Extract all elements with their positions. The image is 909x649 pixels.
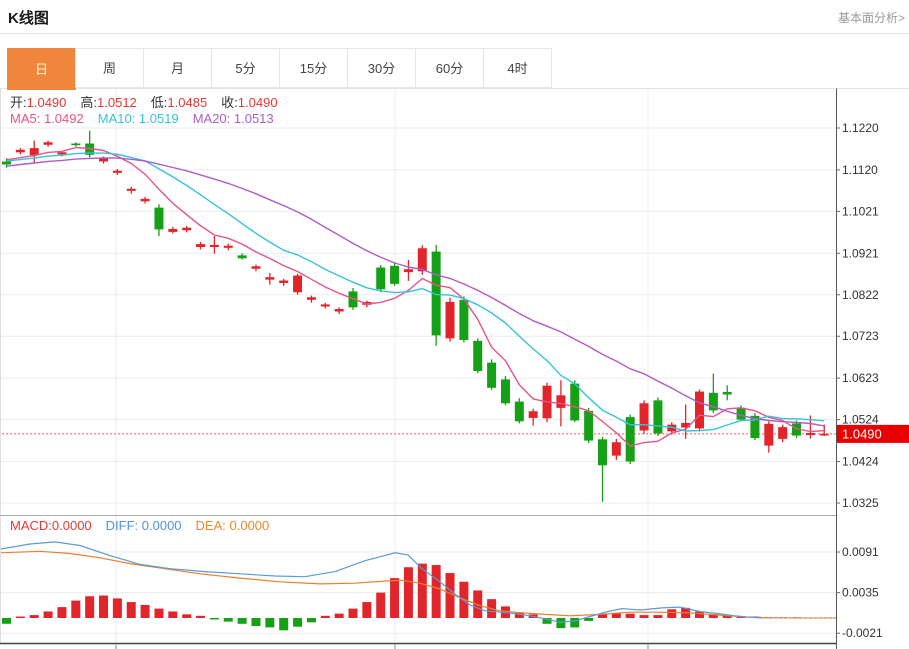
macd-label: MACD: xyxy=(10,518,52,533)
candle xyxy=(653,397,662,436)
macd-axis-label: 0.0091 xyxy=(842,545,879,559)
ma20-value: 1.0513 xyxy=(234,111,274,126)
price-axis-label: 1.0424 xyxy=(842,455,879,469)
candle xyxy=(265,273,274,285)
candle xyxy=(16,148,25,154)
interval-tab-bar: 日周月5分15分30分60分4时 xyxy=(8,48,552,90)
dea-value: 0.0000 xyxy=(230,518,270,533)
macd-axis-label: -0.0021 xyxy=(842,626,883,640)
candle xyxy=(501,376,510,405)
candle xyxy=(127,187,136,194)
ohlc-readout: 开:1.0490高:1.0512低:1.0485收:1.0490 xyxy=(10,92,278,111)
macd-value: 0.0000 xyxy=(52,518,92,533)
candle xyxy=(598,437,607,502)
candle xyxy=(335,307,344,314)
high-value: 1.0512 xyxy=(97,95,137,110)
price-axis-label: 1.0921 xyxy=(842,246,879,260)
candle xyxy=(612,439,621,460)
candle xyxy=(723,385,732,400)
candle xyxy=(376,265,385,292)
candle xyxy=(154,204,163,236)
candle xyxy=(30,141,39,163)
candle xyxy=(44,141,53,147)
macd-axis: 0.0091 0.0035 -0.0021 xyxy=(836,545,883,640)
candle xyxy=(182,226,191,232)
ma10-label: MA10: xyxy=(98,111,139,126)
candle xyxy=(71,142,80,146)
price-axis-label: 1.1120 xyxy=(842,163,878,177)
tab-60分[interactable]: 60分 xyxy=(415,48,484,88)
tab-15分[interactable]: 15分 xyxy=(279,48,348,88)
candle xyxy=(473,338,482,373)
candle xyxy=(529,409,538,426)
diff-label: DIFF: xyxy=(106,518,142,533)
candle xyxy=(293,274,302,295)
candle xyxy=(446,298,455,342)
tab-月[interactable]: 月 xyxy=(143,48,212,88)
tab-30分[interactable]: 30分 xyxy=(347,48,416,88)
macd-histogram xyxy=(2,564,801,631)
candle xyxy=(404,260,413,281)
price-axis-label: 1.0325 xyxy=(842,496,879,510)
tab-日[interactable]: 日 xyxy=(7,48,76,90)
candle xyxy=(321,303,330,309)
ma20-line xyxy=(7,158,825,426)
candle xyxy=(390,262,399,286)
candles xyxy=(2,131,829,502)
candle xyxy=(626,415,635,464)
candle xyxy=(279,279,288,286)
macd-axis-label: 0.0035 xyxy=(842,586,879,600)
close-value: 1.0490 xyxy=(238,95,278,110)
candle xyxy=(141,197,150,204)
current-price-badge: 1.0490 xyxy=(837,425,909,443)
ma5-value: 1.0492 xyxy=(44,111,84,126)
candle xyxy=(224,244,233,251)
candle xyxy=(750,413,759,440)
candle xyxy=(168,227,177,234)
open-label: 开: xyxy=(10,95,27,110)
candle xyxy=(764,421,773,452)
ma-readout: MA5: 1.0492 MA10: 1.0519 MA20: 1.0513 xyxy=(10,111,274,126)
candle xyxy=(307,296,316,303)
open-value: 1.0490 xyxy=(27,95,67,110)
candle xyxy=(640,400,649,434)
ma5-label: MA5: xyxy=(10,111,44,126)
candle xyxy=(778,425,787,443)
tab-5分[interactable]: 5分 xyxy=(211,48,280,88)
price-axis-label: 1.1220 xyxy=(842,121,879,135)
price-axis-label: 1.0623 xyxy=(842,371,879,385)
candle xyxy=(487,359,496,390)
low-value: 1.0485 xyxy=(167,95,207,110)
candle xyxy=(196,242,205,250)
price-axis-label: 1.0822 xyxy=(842,288,879,302)
candle xyxy=(515,398,524,423)
tab-周[interactable]: 周 xyxy=(75,48,144,88)
macd-readout: MACD:0.0000DIFF: 0.0000DEA: 0.0000 xyxy=(10,518,269,533)
candle xyxy=(210,236,219,254)
diff-value: 0.0000 xyxy=(142,518,182,533)
tab-4时[interactable]: 4时 xyxy=(483,48,552,88)
price-axis-label: 1.0723 xyxy=(842,329,879,343)
high-label: 高: xyxy=(80,95,97,110)
ma10-value: 1.0519 xyxy=(139,111,179,126)
candle xyxy=(695,389,704,431)
price-axis-label: 1.0524 xyxy=(842,413,879,427)
ma20-label: MA20: xyxy=(193,111,234,126)
price-axis-label: 1.1021 xyxy=(842,204,879,218)
ma10-line xyxy=(7,153,825,431)
close-label: 收: xyxy=(221,95,238,110)
dea-label: DEA: xyxy=(196,518,230,533)
price-axis: 1.1220 1.1120 1.1021 1.0921 1.0822 1.0723 1.06… xyxy=(836,121,879,510)
low-label: 低: xyxy=(151,95,168,110)
current-price-badge-value: 1.0490 xyxy=(842,426,882,441)
candle xyxy=(251,265,260,272)
candle xyxy=(238,253,247,259)
